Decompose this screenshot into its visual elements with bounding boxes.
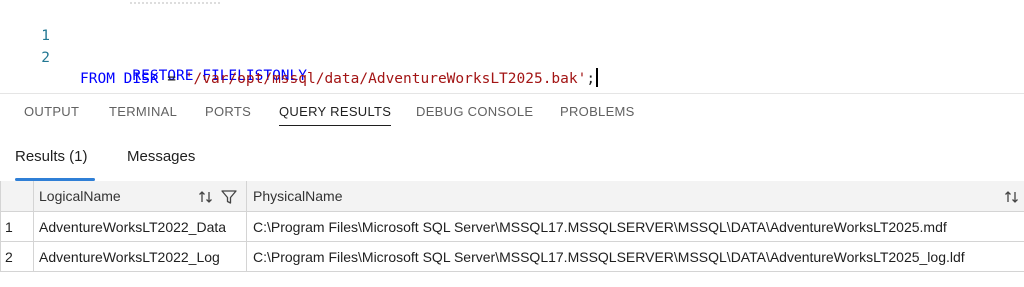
tab-output[interactable]: OUTPUT — [24, 103, 79, 125]
line-number: 2 — [41, 50, 50, 66]
grid-header-row: LogicalName PhysicalName — [0, 181, 1024, 212]
sort-icon[interactable] — [1004, 190, 1019, 204]
results-tab-bar: Results (1) Messages — [0, 140, 1024, 181]
sql-terminator: ; — [586, 71, 596, 87]
panel-tab-bar: OUTPUT TERMINAL PORTS QUERY RESULTS DEBU… — [0, 93, 1024, 129]
column-header-actions — [198, 181, 237, 212]
row-number-header — [0, 181, 34, 212]
column-header-physicalname[interactable]: PhysicalName — [247, 181, 1024, 212]
text-cursor — [596, 68, 599, 87]
sort-icon[interactable] — [198, 190, 213, 204]
code-line-2[interactable]: 2 FROM DISK = '/var/opt/mssql/data/Adven… — [0, 28, 599, 87]
tab-messages[interactable]: Messages — [127, 148, 195, 165]
row-number: 1 — [0, 212, 34, 242]
cell-logicalname[interactable]: AdventureWorksLT2022_Data — [34, 212, 247, 242]
tab-ports[interactable]: PORTS — [205, 103, 251, 125]
table-row[interactable]: 2 AdventureWorksLT2022_Log C:\Program Fi… — [0, 242, 1024, 273]
code-line-1[interactable]: 1 RESTORE FILELISTONLY — [0, 6, 307, 84]
cell-physicalname[interactable]: C:\Program Files\Microsoft SQL Server\MS… — [247, 212, 1024, 242]
column-header-label: LogicalName — [39, 188, 121, 204]
tab-problems[interactable]: PROBLEMS — [560, 103, 635, 125]
sql-keyword: FROM DISK — [80, 71, 159, 87]
tab-results[interactable]: Results (1) — [15, 148, 88, 165]
cell-logicalname[interactable]: AdventureWorksLT2022_Log — [34, 242, 247, 272]
tab-debug-console[interactable]: DEBUG CONSOLE — [416, 103, 533, 125]
column-header-label: PhysicalName — [253, 188, 343, 204]
sql-operator: = — [158, 71, 185, 87]
filter-icon[interactable] — [221, 189, 237, 204]
column-header-actions — [1004, 181, 1019, 212]
tab-terminal[interactable]: TERMINAL — [109, 103, 177, 125]
row-number: 2 — [0, 242, 34, 272]
cell-physicalname[interactable]: C:\Program Files\Microsoft SQL Server\MS… — [247, 242, 1024, 272]
tab-query-results[interactable]: QUERY RESULTS — [279, 103, 392, 126]
sql-string: '/var/opt/mssql/data/AdventureWorksLT202… — [184, 71, 587, 87]
sql-editor[interactable]: 1 RESTORE FILELISTONLY 2 FROM DISK = '/v… — [0, 0, 1024, 88]
table-row[interactable]: 1 AdventureWorksLT2022_Data C:\Program F… — [0, 212, 1024, 243]
results-grid: LogicalName PhysicalName 1 AdventureWork… — [0, 181, 1024, 273]
scrolled-line-fragment — [130, 0, 220, 4]
